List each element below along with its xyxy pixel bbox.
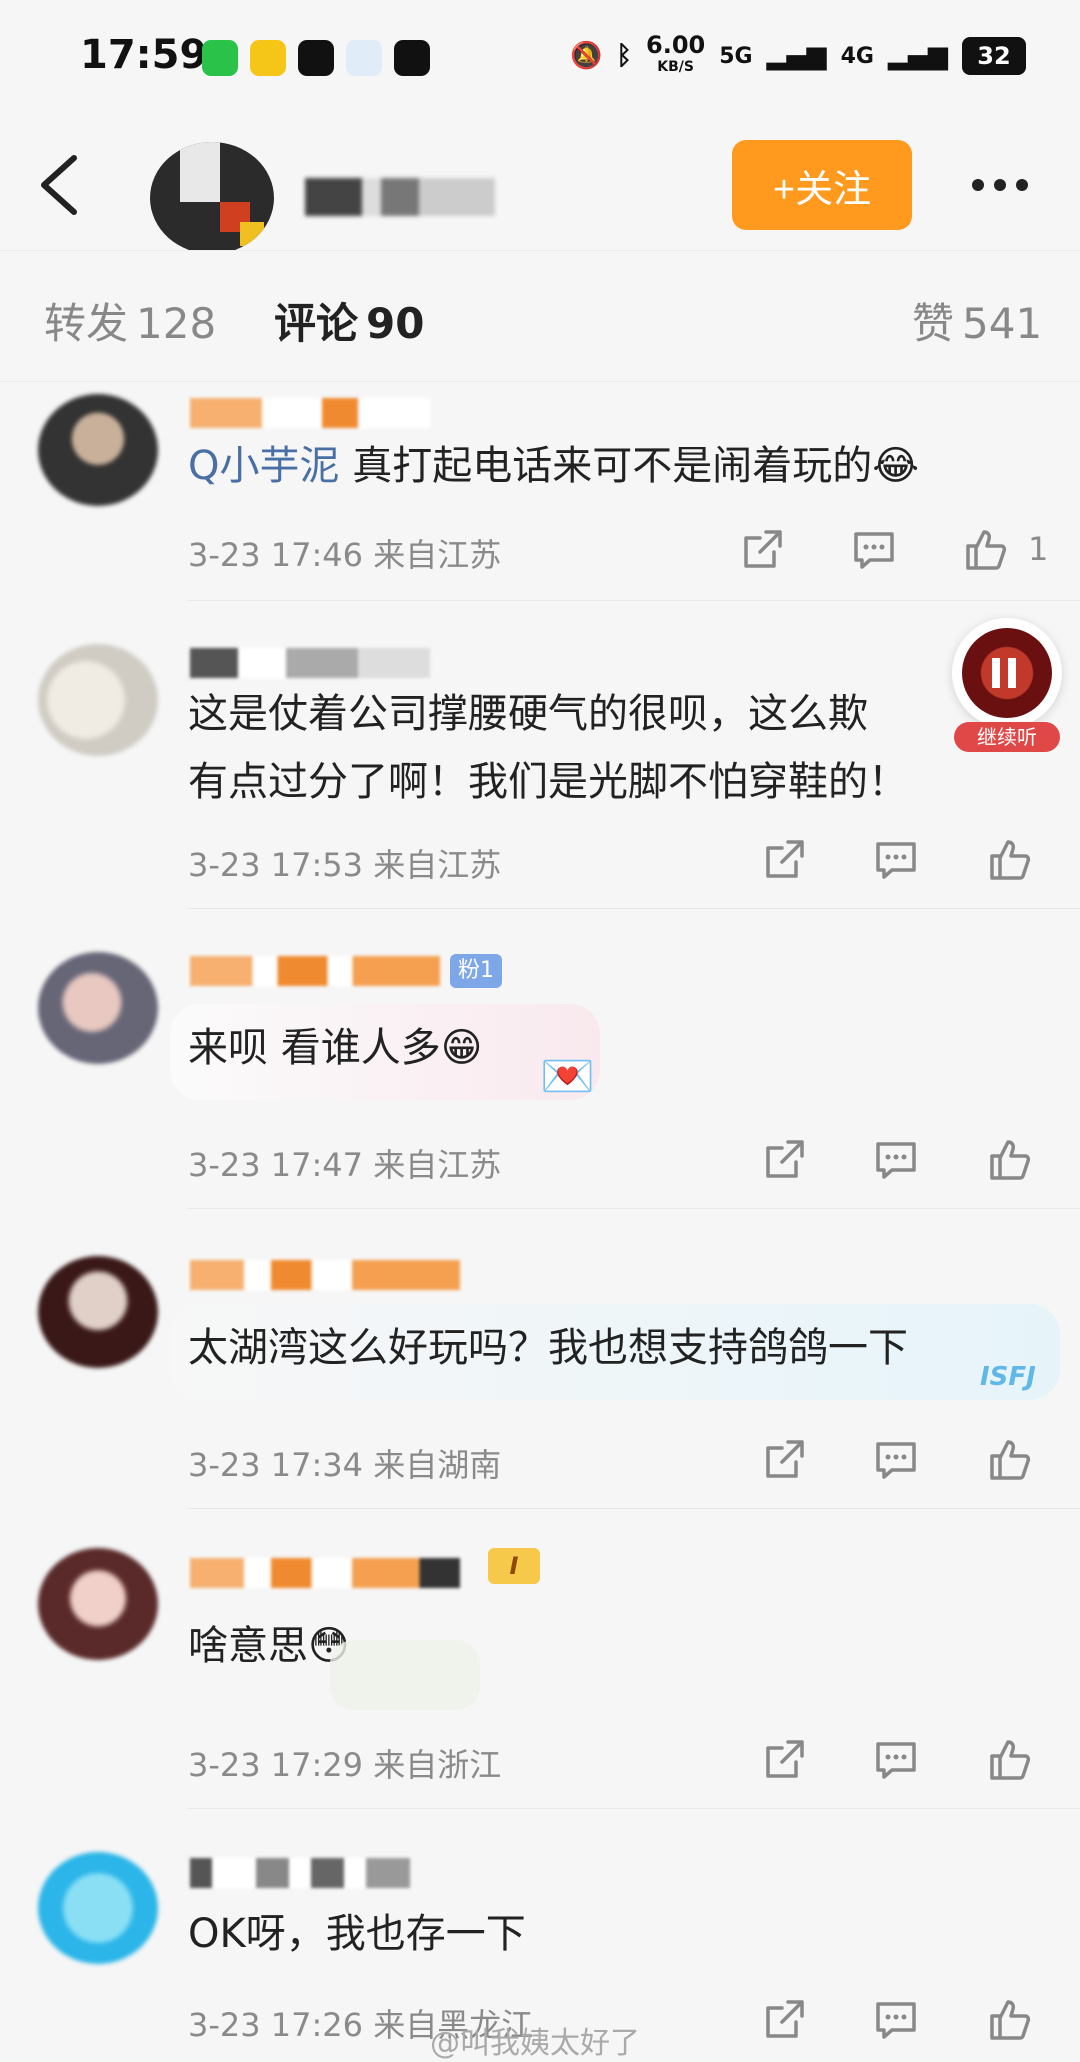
divider (188, 1508, 1080, 1509)
status-time: 17:59 (80, 32, 208, 78)
tab-likes[interactable]: 赞 541 (912, 290, 1042, 351)
comment-text: 有点过分了啊！我们是光脚不怕穿鞋的！ (188, 759, 908, 805)
isfj-sticker: ISFJ (980, 1362, 1036, 1392)
network-4g: 4G (840, 43, 874, 69)
comment-icon[interactable] (872, 1736, 920, 1784)
commenter-name[interactable] (190, 648, 430, 678)
commenter-avatar[interactable] (38, 394, 158, 506)
follow-button[interactable]: +关注 (732, 140, 912, 230)
commenter-avatar[interactable] (38, 1256, 158, 1368)
like-count: 1 (1028, 530, 1049, 568)
like-icon[interactable] (986, 1136, 1034, 1184)
watermark: @叫我姨太好了 (430, 2026, 640, 2061)
commenter-name[interactable] (190, 398, 430, 428)
share-icon[interactable] (760, 1736, 808, 1784)
comment-text: 来呗 看谁人多😁 (188, 1025, 483, 1071)
comment-text: OK呀，我也存一下 (188, 1911, 526, 1957)
status-indicators: 🔕 ᛒ 6.00 KB/S 5G ▂▄▆ 4G ▂▄▆ 32 (570, 31, 1026, 78)
battery-indicator: 32 (962, 37, 1026, 75)
signal-icon: ▂▄▆ (766, 41, 827, 71)
divider (188, 600, 1080, 601)
comment-icon[interactable] (872, 1136, 920, 1184)
commenter-name[interactable] (190, 1558, 460, 1588)
continue-listening-label[interactable]: 继续听 (954, 722, 1060, 752)
mention-link[interactable]: Q小芋泥 (188, 443, 339, 489)
comment-text: Q小芋泥 真打起电话来可不是闹着玩的😂 (188, 443, 919, 489)
like-icon[interactable] (986, 1736, 1034, 1784)
comment-icon[interactable] (872, 1436, 920, 1484)
commenter-name[interactable] (190, 1260, 460, 1290)
divider (188, 1208, 1080, 1209)
comment-meta: 3-23 17:34 来自湖南 (188, 1446, 502, 1484)
divider (188, 1808, 1080, 1809)
share-icon[interactable] (760, 1996, 808, 2044)
share-icon[interactable] (738, 526, 786, 574)
net-speed: 6.00 KB/S (646, 31, 706, 75)
more-options-button[interactable] (960, 160, 1040, 210)
comment-meta: 3-23 17:47 来自江苏 (188, 1146, 502, 1184)
tiktok-icon (394, 40, 430, 76)
comment-text: 啥意思😳 (188, 1623, 350, 1669)
heart-envelope-sticker: 💌 (540, 1051, 595, 1102)
laugh-cry-emoji: 😂 (872, 443, 919, 489)
comment-meta: 3-23 17:29 来自浙江 (188, 1746, 502, 1784)
bluetooth-icon: ᛒ (616, 41, 633, 71)
share-icon[interactable] (760, 1136, 808, 1184)
commenter-avatar[interactable] (38, 1548, 158, 1660)
like-icon[interactable] (986, 1436, 1034, 1484)
tiktok-icon (298, 40, 334, 76)
like-icon[interactable] (962, 526, 1010, 574)
qq-browser-icon (346, 40, 382, 76)
divider (188, 908, 1080, 909)
comment-meta: 3-23 17:46 来自江苏 (188, 536, 502, 574)
mute-icon: 🔕 (570, 41, 603, 71)
grin-emoji: 😁 (440, 1025, 483, 1071)
commenter-avatar[interactable] (38, 1852, 158, 1964)
back-icon[interactable] (30, 150, 90, 220)
comment-meta: 3-23 17:53 来自江苏 (188, 846, 502, 884)
commenter-name[interactable] (190, 1858, 410, 1888)
commenter-avatar[interactable] (38, 644, 158, 756)
share-icon[interactable] (760, 836, 808, 884)
comment-icon[interactable] (850, 526, 898, 574)
sheep-sticker (330, 1640, 480, 1710)
tab-reposts[interactable]: 转发 128 (44, 290, 216, 351)
level-badge: I (488, 1548, 540, 1584)
network-5g: 5G (719, 43, 753, 69)
comment-text: 太湖湾这么好玩吗？我也想支持鸽鸽一下 (188, 1325, 908, 1371)
like-icon[interactable] (986, 836, 1034, 884)
comment-icon[interactable] (872, 1996, 920, 2044)
tab-comments[interactable]: 评论 90 (274, 290, 424, 351)
fan-badge: 粉1 (450, 954, 502, 988)
floating-audio-player[interactable]: 继续听 (946, 618, 1068, 752)
comment-icon[interactable] (872, 836, 920, 884)
commenter-avatar[interactable] (38, 952, 158, 1064)
like-icon[interactable] (986, 1996, 1034, 2044)
share-icon[interactable] (760, 1436, 808, 1484)
comment-text: 这是仗着公司撑腰硬气的很呗，这么欺 (188, 691, 868, 737)
commenter-name[interactable] (190, 956, 440, 986)
weibo-icon (250, 40, 286, 76)
pause-icon (992, 658, 1016, 688)
author-name[interactable] (305, 178, 495, 216)
signal-icon: ▂▄▆ (888, 41, 948, 71)
wechat-icon (202, 40, 238, 76)
author-avatar[interactable] (150, 142, 274, 254)
